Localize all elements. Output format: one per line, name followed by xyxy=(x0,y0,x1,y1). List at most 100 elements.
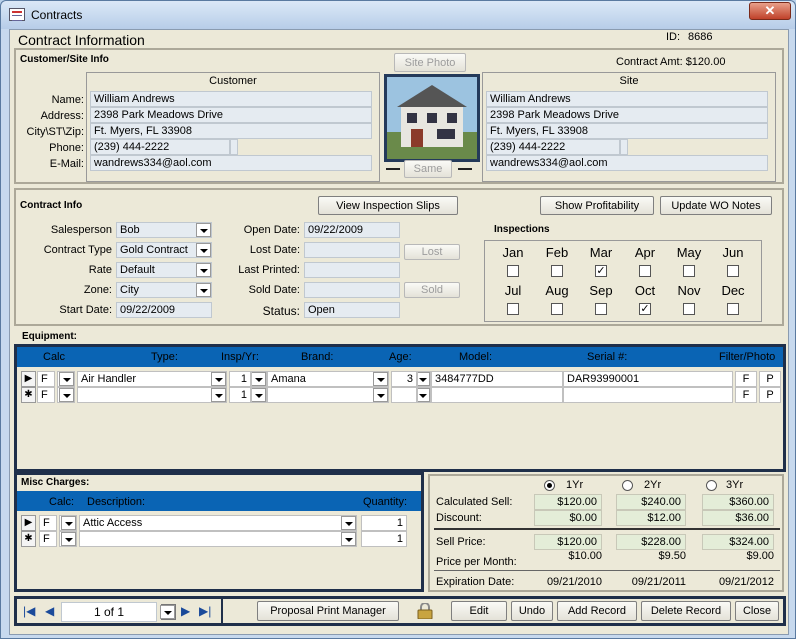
chevron-down-icon[interactable] xyxy=(373,372,388,386)
open-date-field[interactable]: 09/22/2009 xyxy=(304,222,400,238)
month-checkbox-mar[interactable]: ✓ xyxy=(595,265,607,277)
chevron-down-icon[interactable] xyxy=(252,372,266,386)
proposal-print-manager-button[interactable]: Proposal Print Manager xyxy=(257,601,399,621)
chevron-down-icon[interactable] xyxy=(341,532,356,546)
site-photo-button[interactable]: Site Photo xyxy=(394,53,466,72)
start-date-field[interactable]: 09/22/2009 xyxy=(116,302,212,318)
site-name[interactable]: William Andrews xyxy=(486,91,768,107)
last-record-icon[interactable]: ▶| xyxy=(199,604,211,618)
chevron-down-icon[interactable] xyxy=(373,388,388,402)
chevron-down-icon[interactable] xyxy=(418,372,430,386)
undo-button[interactable]: Undo xyxy=(511,601,553,621)
chevron-down-icon[interactable] xyxy=(341,516,356,530)
lost-button[interactable]: Lost xyxy=(404,244,460,260)
record-number-field[interactable]: 1 of 1 xyxy=(61,602,157,622)
rate-select[interactable]: Default xyxy=(116,262,212,278)
last-printed-field[interactable] xyxy=(304,262,400,278)
equip-filter-button[interactable]: F xyxy=(735,371,757,387)
month-checkbox-sep[interactable] xyxy=(595,303,607,315)
site-phone-ext[interactable] xyxy=(620,139,628,155)
site-city[interactable]: Ft. Myers, FL 33908 xyxy=(486,123,768,139)
zone-select[interactable]: City xyxy=(116,282,212,298)
customer-city[interactable]: Ft. Myers, FL 33908 xyxy=(90,123,372,139)
equip-brand[interactable]: Amana xyxy=(267,371,389,387)
edit-button[interactable]: Edit xyxy=(451,601,507,621)
chevron-down-icon[interactable] xyxy=(252,388,266,402)
new-equip-calc-dropdown[interactable] xyxy=(57,387,75,403)
equip-photo-button[interactable]: P xyxy=(759,371,781,387)
discount-1yr[interactable]: $0.00 xyxy=(534,510,602,526)
new-misc-quantity[interactable]: 1 xyxy=(361,531,407,547)
new-equip-model[interactable] xyxy=(431,387,563,403)
site-photo[interactable] xyxy=(384,74,480,162)
customer-phone[interactable]: (239) 444-2222 xyxy=(90,139,230,155)
chevron-down-icon[interactable] xyxy=(61,532,76,546)
misc-current-record-icon[interactable]: ▶ xyxy=(21,515,36,531)
next-record-icon[interactable]: ▶ xyxy=(181,604,190,618)
misc-new-record-icon[interactable]: ✱ xyxy=(21,531,36,547)
radio-2yr[interactable] xyxy=(622,480,633,491)
view-inspection-slips-button[interactable]: View Inspection Slips xyxy=(318,196,458,215)
current-record-icon[interactable]: ▶ xyxy=(21,371,36,387)
misc-description[interactable]: Attic Access xyxy=(79,515,357,531)
month-checkbox-aug[interactable] xyxy=(551,303,563,315)
salesperson-select[interactable]: Bob xyxy=(116,222,212,238)
site-address[interactable]: 2398 Park Meadows Drive xyxy=(486,107,768,123)
sold-button[interactable]: Sold xyxy=(404,282,460,298)
same-button[interactable]: Same xyxy=(404,160,452,178)
delete-record-button[interactable]: Delete Record xyxy=(641,601,731,621)
misc-calc[interactable]: F xyxy=(39,515,57,531)
new-equip-serial[interactable] xyxy=(563,387,733,403)
chevron-down-icon[interactable] xyxy=(196,283,211,297)
chevron-down-icon[interactable] xyxy=(211,388,226,402)
customer-phone-ext[interactable] xyxy=(230,139,238,155)
equip-age-dropdown[interactable] xyxy=(417,371,431,387)
month-checkbox-jan[interactable] xyxy=(507,265,519,277)
equip-calc-dropdown[interactable] xyxy=(57,371,75,387)
month-checkbox-apr[interactable] xyxy=(639,265,651,277)
month-checkbox-nov[interactable] xyxy=(683,303,695,315)
new-equip-filter-button[interactable]: F xyxy=(735,387,757,403)
chevron-down-icon[interactable] xyxy=(61,516,76,530)
new-misc-calc[interactable]: F xyxy=(39,531,57,547)
new-equip-brand[interactable] xyxy=(267,387,389,403)
add-record-button[interactable]: Add Record xyxy=(557,601,637,621)
new-equip-type[interactable] xyxy=(77,387,227,403)
misc-quantity[interactable]: 1 xyxy=(361,515,407,531)
new-equip-age[interactable] xyxy=(391,387,417,403)
chevron-down-icon[interactable] xyxy=(196,263,211,277)
equip-insp[interactable]: 1 xyxy=(229,371,251,387)
radio-1yr[interactable] xyxy=(544,480,555,491)
customer-email[interactable]: wandrews334@aol.com xyxy=(90,155,372,171)
month-checkbox-dec[interactable] xyxy=(727,303,739,315)
equip-model[interactable]: 3484777DD xyxy=(431,371,563,387)
lost-date-field[interactable] xyxy=(304,242,400,258)
window-close-button[interactable]: ✕ xyxy=(749,2,791,20)
equip-insp-dropdown[interactable] xyxy=(251,371,267,387)
contract-type-select[interactable]: Gold Contract xyxy=(116,242,212,258)
chevron-down-icon[interactable] xyxy=(211,372,226,386)
new-record-icon[interactable]: ✱ xyxy=(21,387,36,403)
new-misc-description[interactable] xyxy=(79,531,357,547)
sold-date-field[interactable] xyxy=(304,282,400,298)
new-misc-calc-dropdown[interactable] xyxy=(59,531,77,547)
new-equip-calc[interactable]: F xyxy=(37,387,55,403)
chevron-down-icon[interactable] xyxy=(418,388,430,402)
customer-address[interactable]: 2398 Park Meadows Drive xyxy=(90,107,372,123)
prev-record-icon[interactable]: ◀ xyxy=(45,604,54,618)
new-equip-insp[interactable]: 1 xyxy=(229,387,251,403)
new-equip-age-dropdown[interactable] xyxy=(417,387,431,403)
month-checkbox-may[interactable] xyxy=(683,265,695,277)
misc-calc-dropdown[interactable] xyxy=(59,515,77,531)
site-phone[interactable]: (239) 444-2222 xyxy=(486,139,620,155)
discount-2yr[interactable]: $12.00 xyxy=(616,510,686,526)
new-equip-insp-dropdown[interactable] xyxy=(251,387,267,403)
chevron-down-icon[interactable] xyxy=(196,243,211,257)
chevron-down-icon[interactable] xyxy=(59,372,74,386)
close-button[interactable]: Close xyxy=(735,601,779,621)
equip-calc[interactable]: F xyxy=(37,371,55,387)
month-checkbox-feb[interactable] xyxy=(551,265,563,277)
chevron-down-icon[interactable] xyxy=(59,388,74,402)
lock-icon[interactable] xyxy=(415,602,435,620)
equip-serial[interactable]: DAR93990001 xyxy=(563,371,733,387)
